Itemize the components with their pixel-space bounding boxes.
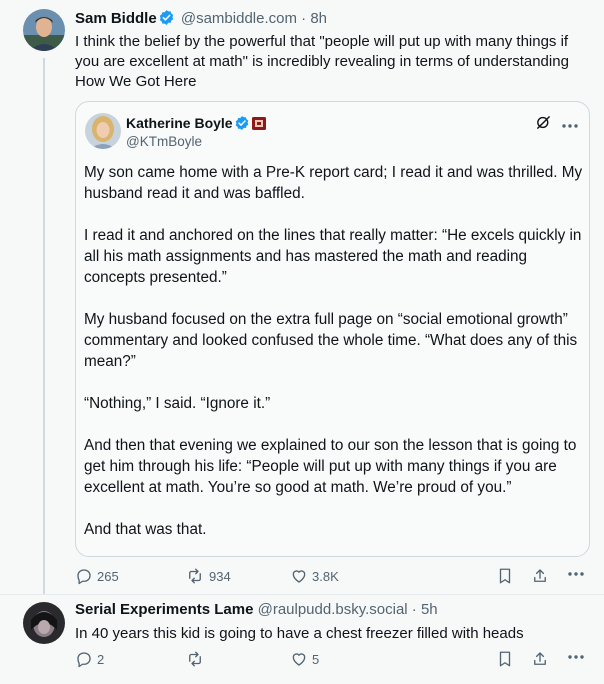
like-count: 3.8K	[312, 568, 339, 584]
more-button[interactable]	[567, 654, 585, 660]
quote-paragraph: And then that evening we explained to ou…	[84, 437, 577, 496]
reply-icon	[75, 567, 93, 585]
repost-icon	[185, 567, 205, 585]
post-actions: 265 934 3.8K	[75, 567, 587, 591]
quote-paragraph: “Nothing,” I said. “Ignore it.”	[84, 395, 271, 412]
like-button[interactable]: 3.8K	[290, 567, 339, 585]
author-handle[interactable]: @raulpudd.bsky.social	[258, 601, 408, 618]
bookmark-button[interactable]	[497, 650, 513, 668]
author-name[interactable]: Serial Experiments Lame	[75, 601, 253, 618]
like-icon	[290, 567, 308, 585]
bookmark-icon	[497, 567, 513, 585]
avatar[interactable]	[23, 602, 65, 644]
author-handle[interactable]: @sambiddle.com	[181, 10, 297, 27]
post-text: In 40 years this kid is going to have a …	[75, 625, 524, 642]
post-time[interactable]: 5h	[421, 601, 438, 618]
post-text: I think the belief by the powerful that …	[75, 33, 569, 90]
quote-toolbar	[535, 114, 579, 136]
quote-paragraph: My husband focused on the extra full pag…	[84, 311, 578, 370]
reply-icon	[75, 650, 93, 668]
like-button[interactable]: 5	[290, 650, 319, 668]
quote-author-name[interactable]: Katherine Boyle	[126, 115, 233, 131]
share-icon	[531, 650, 549, 668]
reply-count: 2	[97, 651, 105, 667]
bookmark-icon	[497, 650, 513, 668]
thread-line	[43, 58, 45, 594]
reply-count: 265	[97, 568, 119, 584]
like-icon	[290, 650, 308, 668]
reply-button[interactable]: 265	[75, 567, 119, 585]
post-serial-experiments-lame[interactable]: Serial Experiments Lame @raulpudd.bsky.s…	[0, 594, 604, 684]
post-header: Sam Biddle @sambiddle.com · 8h	[75, 9, 327, 32]
quote-paragraph: I read it and anchored on the lines that…	[84, 227, 582, 286]
share-icon	[531, 567, 549, 585]
verified-badge-icon	[234, 115, 250, 135]
more-icon	[567, 654, 585, 660]
post-actions: 2 5	[75, 650, 587, 674]
more-icon	[567, 571, 585, 577]
avatar[interactable]	[85, 113, 121, 149]
quote-text: My son came home with a Pre-K report car…	[84, 162, 584, 540]
repost-count: 934	[209, 568, 231, 584]
more-button[interactable]	[567, 571, 585, 577]
like-count: 5	[312, 651, 320, 667]
quote-author-header: Katherine Boyle	[126, 114, 266, 135]
post-sam-biddle[interactable]: Sam Biddle @sambiddle.com · 8h I think t…	[0, 0, 604, 594]
quoted-post[interactable]: Katherine Boyle @KTmBoyle My son came ho…	[75, 101, 590, 557]
share-button[interactable]	[531, 567, 549, 585]
reply-button[interactable]: 2	[75, 650, 104, 668]
repost-icon	[185, 650, 205, 668]
grok-icon[interactable]	[535, 114, 552, 136]
avatar[interactable]	[23, 9, 65, 51]
repost-button[interactable]: 934	[185, 567, 231, 585]
flag-badge-icon	[251, 116, 266, 134]
more-icon[interactable]	[561, 116, 579, 134]
post-time[interactable]: 8h	[310, 10, 327, 27]
author-name[interactable]: Sam Biddle	[75, 10, 157, 27]
share-button[interactable]	[531, 650, 549, 668]
post-header: Serial Experiments Lame @raulpudd.bsky.s…	[75, 600, 438, 620]
quote-author-handle[interactable]: @KTmBoyle	[126, 133, 202, 151]
bookmark-button[interactable]	[497, 567, 513, 585]
quote-paragraph: My son came home with a Pre-K report car…	[84, 164, 583, 202]
dot-separator: ·	[411, 601, 417, 618]
verified-badge-icon	[158, 9, 175, 32]
quote-paragraph: And that was that.	[84, 521, 207, 538]
repost-button[interactable]	[185, 650, 209, 668]
dot-separator: ·	[301, 10, 307, 27]
